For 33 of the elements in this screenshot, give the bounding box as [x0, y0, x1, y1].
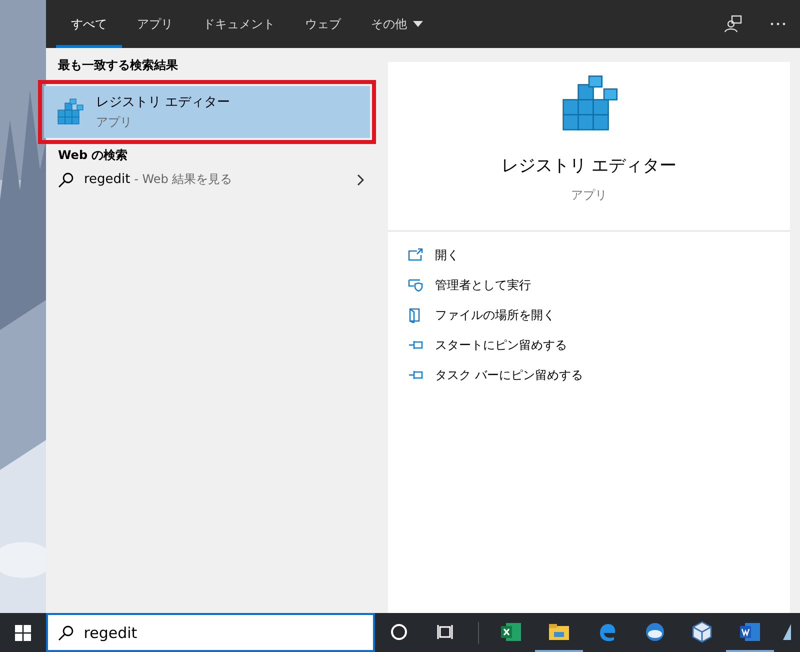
action-item[interactable]: ファイルの場所を開く	[408, 306, 770, 324]
result-item[interactable]: レジストリ エディター アプリ	[44, 86, 370, 138]
action-item[interactable]: 管理者として実行	[408, 276, 770, 294]
search-icon	[58, 172, 74, 188]
open-icon	[408, 248, 423, 262]
more-icon	[770, 22, 786, 26]
registry-icon	[56, 98, 84, 126]
tab[interactable]: すべて	[56, 0, 122, 48]
feedback-icon	[724, 15, 742, 33]
app-subtitle: アプリ	[571, 186, 607, 204]
document-icon	[739, 620, 762, 642]
action-item[interactable]: 開く	[408, 246, 770, 264]
windows-icon	[14, 624, 31, 640]
section-heading: 最も一致する検索結果	[57, 57, 179, 74]
action-item[interactable]: スタートにピン留めする	[408, 336, 770, 354]
tab[interactable]: アプリ	[122, 0, 188, 48]
chevron-icon	[357, 174, 364, 186]
search-icon	[58, 625, 74, 641]
result-title: レジストリ エディター	[96, 94, 230, 112]
web-search-item[interactable]: regedit - Web 結果を見る	[46, 164, 376, 196]
app-icon	[783, 624, 791, 640]
tab[interactable]: ドキュメント	[188, 0, 290, 48]
search-field[interactable]: regedit	[46, 613, 375, 652]
tab[interactable]: その他	[356, 0, 438, 48]
app-title: レジストリ エディター	[501, 155, 677, 178]
result-subtitle: アプリ	[96, 114, 133, 131]
section-heading: Web の検索	[57, 147, 129, 164]
web-search-text: regedit - Web 結果を見る	[84, 171, 234, 189]
action-item[interactable]: タスク バーにピン留めする	[408, 366, 770, 384]
spreadsheet-icon	[500, 620, 522, 642]
cube-icon	[691, 620, 714, 642]
tab[interactable]: ウェブ	[290, 0, 356, 48]
shield-icon	[408, 278, 423, 292]
